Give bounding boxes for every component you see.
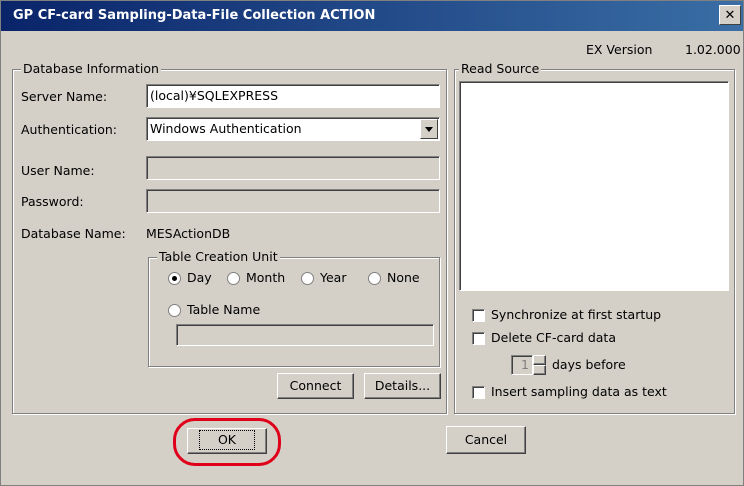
insert-text-checkbox-label[interactable]: Insert sampling data as text xyxy=(491,384,667,399)
read-source-legend: Read Source xyxy=(459,61,542,76)
database-name-label: Database Name: xyxy=(21,226,126,241)
radio-none-label[interactable]: None xyxy=(387,270,420,285)
authentication-label: Authentication: xyxy=(21,122,117,137)
radio-table-name-label[interactable]: Table Name xyxy=(187,302,260,317)
spin-up-icon[interactable] xyxy=(533,355,546,365)
close-button[interactable]: ✕ xyxy=(719,5,741,25)
database-info-legend: Database Information xyxy=(21,61,161,76)
password-input[interactable] xyxy=(146,189,440,213)
user-name-input[interactable] xyxy=(146,156,440,180)
radio-selected-dot xyxy=(172,276,177,281)
radio-none[interactable] xyxy=(368,272,381,285)
authentication-value: Windows Authentication xyxy=(150,121,302,136)
password-label: Password: xyxy=(21,194,84,209)
delete-cf-checkbox[interactable] xyxy=(472,332,485,345)
radio-day[interactable] xyxy=(168,272,181,285)
connect-button[interactable]: Connect xyxy=(277,373,354,399)
read-source-list[interactable] xyxy=(459,81,729,291)
radio-table-name[interactable] xyxy=(168,304,181,317)
window-title: GP CF-card Sampling-Data-File Collection… xyxy=(13,8,376,23)
server-name-label: Server Name: xyxy=(21,89,108,104)
delete-cf-checkbox-label[interactable]: Delete CF-card data xyxy=(491,330,616,345)
sync-checkbox[interactable] xyxy=(472,309,485,322)
radio-year[interactable] xyxy=(301,272,314,285)
version-value: 1.02.000 xyxy=(685,42,741,57)
spin-down-icon[interactable] xyxy=(533,365,546,375)
title-bar[interactable]: GP CF-card Sampling-Data-File Collection… xyxy=(1,1,743,31)
user-name-label: User Name: xyxy=(21,163,95,178)
server-name-input[interactable]: (local)¥SQLEXPRESS xyxy=(146,84,440,108)
authentication-select[interactable]: Windows Authentication xyxy=(146,117,440,141)
cancel-button[interactable]: Cancel xyxy=(446,426,526,454)
table-creation-unit-legend: Table Creation Unit xyxy=(157,249,280,264)
radio-day-label[interactable]: Day xyxy=(187,270,212,285)
chevron-down-icon[interactable] xyxy=(420,119,438,139)
details-button[interactable]: Details... xyxy=(364,373,441,399)
version-label: EX Version xyxy=(586,42,653,57)
radio-month[interactable] xyxy=(227,272,240,285)
radio-month-label[interactable]: Month xyxy=(246,270,285,285)
table-name-input[interactable] xyxy=(176,324,434,346)
database-name-value: MESActionDB xyxy=(146,226,231,241)
ok-highlight-circle xyxy=(173,418,281,466)
days-before-label: days before xyxy=(552,357,626,372)
radio-year-label[interactable]: Year xyxy=(320,270,346,285)
insert-text-checkbox[interactable] xyxy=(472,386,485,399)
close-icon: ✕ xyxy=(724,8,736,23)
sync-checkbox-label[interactable]: Synchronize at first startup xyxy=(491,307,661,322)
days-input[interactable]: 1 xyxy=(511,355,533,375)
dialog-window: GP CF-card Sampling-Data-File Collection… xyxy=(0,0,744,486)
